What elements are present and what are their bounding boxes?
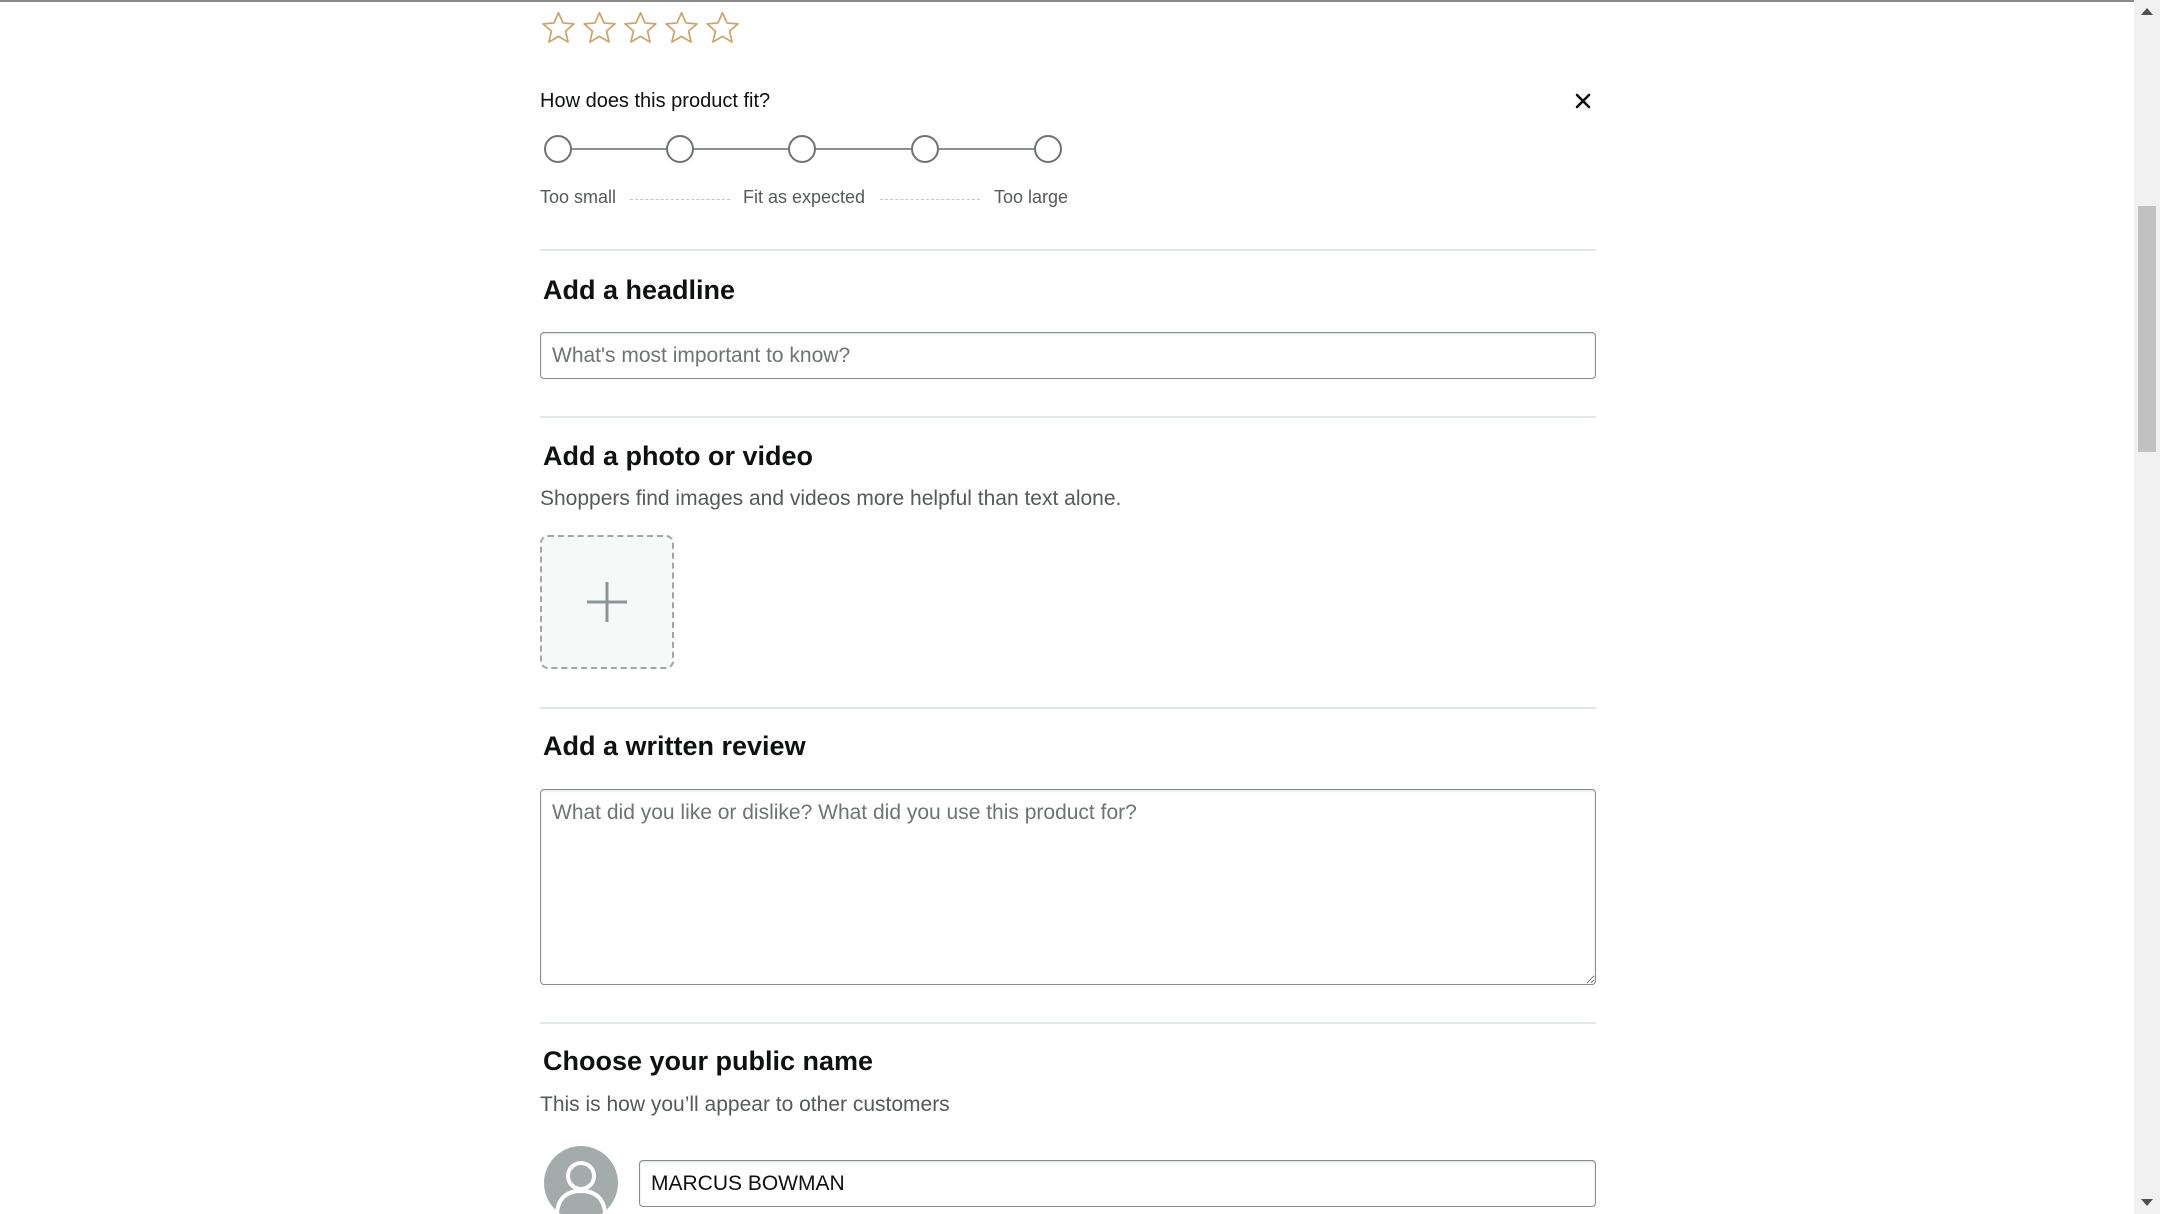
star-icon[interactable] [704,10,741,47]
review-title: Add a written review [543,731,806,761]
section-divider [540,707,1596,709]
review-form-page: How does this product fit? Too small Fit… [0,0,2134,1214]
fit-scale [544,135,1064,163]
fit-option-1[interactable] [544,135,572,163]
section-divider [540,416,1596,418]
fit-label-too-small: Too small [540,187,617,207]
avatar [544,1146,618,1214]
plus-icon [587,582,627,622]
scroll-down-arrow[interactable] [2134,1192,2160,1214]
media-title: Add a photo or video [543,441,813,471]
fit-label-dash [630,199,730,200]
star-icon[interactable] [663,10,700,47]
user-icon [555,1161,607,1213]
fit-scale-labels: Too small Fit as expected Too large [540,187,1100,213]
fit-option-2[interactable] [666,135,694,163]
fit-option-5[interactable] [1034,135,1062,163]
fit-question: How does this product fit? [540,90,771,112]
star-icon[interactable] [581,10,618,47]
add-media-button[interactable] [540,535,674,669]
scrollbar[interactable] [2134,0,2160,1214]
fit-label-dash [880,199,980,200]
section-divider [540,249,1596,251]
media-subtitle: Shoppers find images and videos more hel… [540,487,1122,510]
review-textarea[interactable] [540,789,1596,985]
fit-label-as-expected: Fit as expected [743,187,866,207]
section-divider [540,1022,1596,1024]
star-icon[interactable] [622,10,659,47]
fit-label-too-large: Too large [994,187,1069,207]
star-icon[interactable] [540,10,577,47]
fit-option-3[interactable] [788,135,816,163]
close-icon[interactable] [1570,88,1596,114]
fit-option-4[interactable] [911,135,939,163]
public-name-title: Choose your public name [543,1046,874,1076]
star-rating [540,10,741,47]
headline-input[interactable] [540,332,1596,379]
public-name-input[interactable] [639,1160,1596,1207]
public-name-subtitle: This is how you’ll appear to other custo… [540,1093,950,1116]
scroll-up-arrow[interactable] [2134,0,2160,22]
headline-title: Add a headline [543,275,736,305]
scroll-thumb[interactable] [2138,206,2156,452]
